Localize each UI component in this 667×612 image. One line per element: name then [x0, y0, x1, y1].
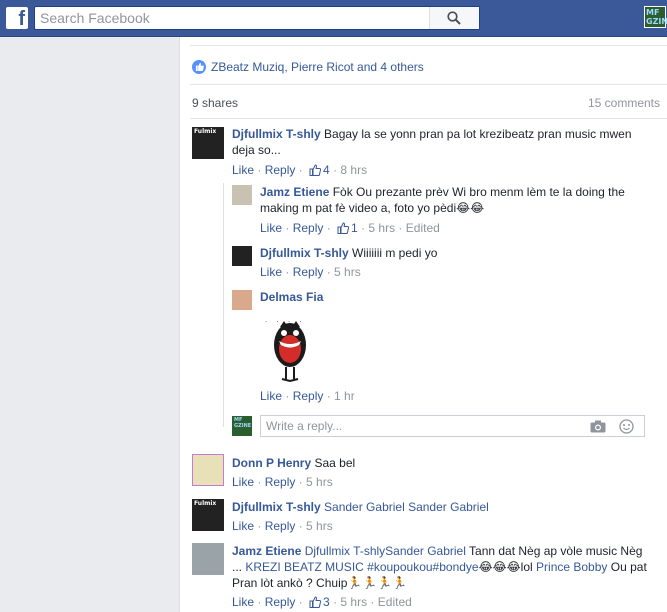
search-button[interactable] — [429, 7, 479, 29]
reply-link[interactable]: Reply — [293, 389, 324, 403]
comment-body: Jamz Etiene Fòk Ou prezante prèv Wi bro … — [260, 184, 660, 216]
comment-text: Pran lòt ankò ? Chuip — [232, 576, 348, 590]
comment-text: Tann dat Nèg ap vòle music Nèg — [469, 544, 643, 558]
like-count[interactable]: 1 — [351, 221, 358, 235]
comment-actions: Like · Reply · 5 hrs — [232, 475, 333, 489]
timestamp[interactable]: 5 hrs — [340, 595, 367, 609]
avatar: MF GZINE — [232, 416, 252, 436]
top-navigation-bar: f MF GZINE — [0, 0, 667, 37]
comment-author[interactable]: Djfullmix T-shly — [232, 127, 321, 141]
edited-label[interactable]: Edited — [378, 595, 412, 609]
edited-label[interactable]: Edited — [406, 221, 440, 235]
comment-text: ... — [232, 560, 243, 574]
comment-actions: Like · Reply · 5 hrs — [232, 519, 333, 533]
avatar[interactable] — [232, 290, 252, 310]
comment-text: Ou pat — [610, 560, 647, 574]
comment-body: Djfullmix T-shly Wiiiiiii m pedi yo — [260, 245, 660, 261]
comment-author[interactable]: Delmas Fia — [260, 290, 323, 304]
comment-body: Donn P Henry Saa bel — [232, 455, 355, 471]
divider — [190, 45, 667, 46]
like-count[interactable]: 4 — [323, 163, 330, 177]
comment-body: Djfullmix T-shly Bagay la se yonn pran p… — [232, 126, 652, 158]
hashtag-link[interactable]: #bondye — [433, 560, 479, 574]
profile-avatar[interactable]: MF GZINE — [644, 6, 667, 28]
timestamp[interactable]: 5 hrs — [334, 265, 361, 279]
comment-text: Bagay la se yonn pran pa lot krezibeatz … — [324, 127, 632, 141]
thumbs-up-icon — [309, 164, 322, 176]
avatar[interactable] — [232, 185, 252, 205]
comment-actions: Like · Reply · 1 hr — [260, 389, 355, 403]
avatar[interactable] — [192, 543, 224, 575]
comment-author[interactable]: Jamz Etiene — [232, 544, 301, 558]
avatar[interactable] — [192, 454, 224, 486]
like-link[interactable]: Like — [232, 475, 254, 489]
mention-link[interactable]: Djfullmix T-shlySander Gabriel — [305, 544, 466, 558]
reply-thread-line — [223, 183, 224, 427]
comment-actions: Like · Reply · 4 · 8 hrs — [232, 163, 368, 177]
facebook-logo-icon[interactable]: f — [6, 7, 28, 30]
mention-link[interactable]: Sander Gabriel Sander Gabriel — [324, 500, 489, 514]
comment-author[interactable]: Jamz Etiene — [260, 185, 329, 199]
reply-input[interactable] — [266, 418, 576, 434]
divider — [190, 84, 667, 85]
comment-actions: Like · Reply · 1 · 5 hrs · Edited — [260, 221, 440, 235]
emoji: 🏃🏃🏃🏃 — [347, 576, 408, 590]
comment-actions: Like · Reply · 5 hrs — [260, 265, 361, 279]
shares-count[interactable]: 9 shares — [192, 96, 238, 110]
comment-text: making m pat fè video a, foto yo pèdi — [260, 201, 457, 215]
like-link[interactable]: Like — [260, 389, 282, 403]
divider — [190, 118, 667, 119]
comment-text: deja so... — [232, 143, 281, 157]
timestamp[interactable]: 5 hrs — [368, 221, 395, 235]
comments-count[interactable]: 15 comments — [588, 96, 660, 110]
like-link[interactable]: Like — [260, 221, 282, 235]
reply-box — [260, 415, 645, 437]
like-reaction-icon — [192, 60, 206, 74]
reactions-summary[interactable]: ZBeatz Muziq, Pierre Ricot and 4 others — [192, 59, 424, 75]
reply-link[interactable]: Reply — [265, 519, 296, 533]
comment-actions: Like · Reply · 3 · 5 hrs · Edited — [232, 595, 412, 609]
timestamp[interactable]: 8 hrs — [340, 163, 367, 177]
timestamp[interactable]: 5 hrs — [306, 519, 333, 533]
thumbs-up-icon — [337, 222, 350, 234]
avatar[interactable] — [232, 246, 252, 266]
comment-text: Saa bel — [314, 456, 356, 470]
reply-link[interactable]: Reply — [265, 595, 296, 609]
comment-author[interactable]: Djfullmix T-shly — [232, 500, 321, 514]
emoji: 😂😂 — [456, 201, 485, 215]
emoji: 😂😂😂 — [478, 560, 521, 574]
camera-icon[interactable] — [590, 420, 606, 433]
mention-link[interactable]: KREZI BEATZ MUSIC #koupoukou — [245, 560, 432, 574]
post-card: ZBeatz Muziq, Pierre Ricot and 4 others … — [179, 37, 667, 612]
thumbs-up-icon — [309, 596, 322, 608]
avatar[interactable]: Fulmix — [192, 127, 224, 159]
search-input[interactable] — [40, 9, 430, 27]
timestamp[interactable]: 1 hr — [334, 389, 355, 403]
avatar[interactable]: Fulmix — [192, 499, 224, 531]
like-link[interactable]: Like — [232, 595, 254, 609]
laughing-sticker-icon[interactable] — [268, 317, 312, 385]
comment-text: Wiiiiiii m pedi yo — [352, 246, 438, 260]
timestamp[interactable]: 5 hrs — [306, 475, 333, 489]
comment-text: Fòk Ou prezante prèv Wi bro menm lèm te … — [332, 185, 625, 199]
reply-link[interactable]: Reply — [293, 265, 324, 279]
search-bar — [34, 6, 480, 30]
comment-body: Delmas Fia — [260, 289, 323, 305]
comment-author[interactable]: Djfullmix T-shly — [260, 246, 349, 260]
search-icon — [447, 11, 461, 25]
reply-link[interactable]: Reply — [265, 163, 296, 177]
like-link[interactable]: Like — [260, 265, 282, 279]
comment-text: lol — [520, 560, 533, 574]
emoji-icon[interactable] — [619, 419, 634, 434]
comment-body: Djfullmix T-shly Sander Gabriel Sander G… — [232, 499, 489, 515]
like-link[interactable]: Like — [232, 163, 254, 177]
comment-body: Jamz Etiene Djfullmix T-shlySander Gabri… — [232, 543, 662, 591]
comment-author[interactable]: Donn P Henry — [232, 456, 311, 470]
mention-link[interactable]: Prince Bobby — [536, 560, 607, 574]
likers-link[interactable]: ZBeatz Muziq, Pierre Ricot and 4 others — [211, 60, 424, 74]
like-count[interactable]: 3 — [323, 595, 330, 609]
like-link[interactable]: Like — [232, 519, 254, 533]
reply-link[interactable]: Reply — [265, 475, 296, 489]
reply-link[interactable]: Reply — [293, 221, 324, 235]
